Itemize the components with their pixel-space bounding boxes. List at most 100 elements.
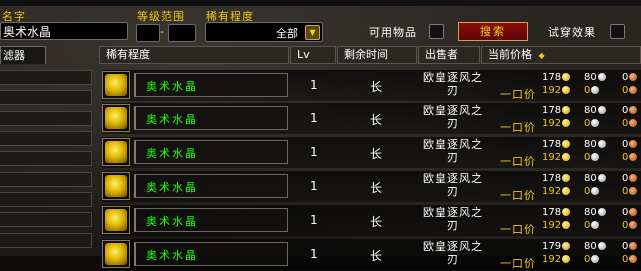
copper-coin-icon bbox=[629, 221, 638, 229]
auction-row[interactable]: 奥术水晶 1 长 欧皇逐风之刃 179 80 0 一口价 192 0 0 bbox=[102, 239, 641, 270]
bid-copper: 0 bbox=[622, 139, 638, 150]
buyout-copper: 0 bbox=[622, 152, 638, 163]
auction-row[interactable]: 奥术水晶 1 长 欧皇逐风之刃 178 80 0 一口价 192 0 0 bbox=[102, 171, 641, 202]
item-icon-image bbox=[105, 175, 127, 197]
preview-checkbox[interactable] bbox=[610, 24, 625, 39]
copper-coin-icon bbox=[629, 119, 638, 127]
buyout-silver: 0 bbox=[584, 118, 600, 129]
name-search-value: 奥术水晶 bbox=[3, 25, 52, 39]
column-header-time-left[interactable]: 剩余时间 bbox=[337, 46, 417, 64]
filter-tab[interactable]: 滤器 bbox=[0, 46, 46, 64]
sort-arrow-icon: ◆ bbox=[538, 51, 545, 60]
column-header-current-price[interactable]: 当前价格 ◆ bbox=[481, 46, 641, 64]
column-header-seller[interactable]: 出售者 bbox=[418, 46, 480, 64]
arcane-crystal-icon[interactable] bbox=[102, 240, 130, 268]
item-level: 1 bbox=[310, 78, 318, 92]
max-level-input[interactable] bbox=[168, 24, 196, 42]
gold-coin-icon bbox=[562, 221, 571, 229]
item-name: 奥术水晶 bbox=[146, 215, 198, 228]
category-slot[interactable] bbox=[0, 131, 92, 146]
column-header-rarity[interactable]: 稀有程度 bbox=[99, 46, 289, 64]
auction-row[interactable]: 奥术水晶 1 长 欧皇逐风之刃 178 80 0 一口价 192 0 0 bbox=[102, 70, 641, 101]
seller-name: 欧皇逐风之刃 bbox=[423, 240, 483, 266]
seller-name: 欧皇逐风之刃 bbox=[423, 206, 483, 232]
gold-coin-icon bbox=[562, 208, 571, 216]
bid-silver: 80 bbox=[584, 105, 606, 116]
copper-coin-icon bbox=[629, 187, 638, 195]
gold-coin-icon bbox=[562, 73, 571, 81]
bid-copper: 0 bbox=[622, 173, 638, 184]
bid-copper: 0 bbox=[622, 241, 638, 252]
level-separator: - bbox=[160, 25, 164, 38]
silver-coin-icon bbox=[591, 221, 600, 229]
buyout-copper: 0 bbox=[622, 220, 638, 231]
item-level: 1 bbox=[310, 247, 318, 261]
item-icon-image bbox=[105, 107, 127, 129]
copper-coin-icon bbox=[629, 73, 638, 81]
auction-row[interactable]: 奥术水晶 1 长 欧皇逐风之刃 178 80 0 一口价 192 0 0 bbox=[102, 205, 641, 236]
usable-items-checkbox[interactable] bbox=[429, 24, 444, 39]
silver-coin-icon bbox=[591, 187, 600, 195]
category-slot[interactable] bbox=[0, 70, 92, 85]
seller-name: 欧皇逐风之刃 bbox=[423, 172, 483, 198]
time-left: 长 bbox=[370, 181, 383, 195]
item-name: 奥术水晶 bbox=[146, 181, 198, 194]
item-icon-image bbox=[105, 243, 127, 265]
item-name-box[interactable]: 奥术水晶 bbox=[134, 73, 288, 97]
silver-coin-icon bbox=[591, 153, 600, 161]
category-slot[interactable] bbox=[0, 90, 92, 105]
item-name-box[interactable]: 奥术水晶 bbox=[134, 242, 288, 266]
item-name-box[interactable]: 奥术水晶 bbox=[134, 106, 288, 130]
bid-copper: 0 bbox=[622, 105, 638, 116]
silver-coin-icon bbox=[597, 106, 606, 114]
silver-coin-icon bbox=[591, 255, 600, 263]
buyout-gold: 192 bbox=[542, 118, 571, 129]
category-slot[interactable] bbox=[0, 172, 92, 187]
silver-coin-icon bbox=[597, 73, 606, 81]
arcane-crystal-icon[interactable] bbox=[102, 206, 130, 234]
gold-coin-icon bbox=[562, 255, 571, 263]
buyout-copper: 0 bbox=[622, 85, 638, 96]
gold-coin-icon bbox=[562, 153, 571, 161]
copper-coin-icon bbox=[629, 86, 638, 94]
auction-row[interactable]: 奥术水晶 1 长 欧皇逐风之刃 178 80 0 一口价 192 0 0 bbox=[102, 103, 641, 134]
time-left: 长 bbox=[370, 147, 383, 161]
category-slot[interactable] bbox=[0, 233, 92, 248]
name-search-input[interactable]: 奥术水晶 bbox=[0, 22, 128, 40]
arcane-crystal-icon[interactable] bbox=[102, 138, 130, 166]
item-name-box[interactable]: 奥术水晶 bbox=[134, 208, 288, 232]
category-slot[interactable] bbox=[0, 151, 92, 166]
column-header-current-price-label: 当前价格 bbox=[488, 48, 532, 61]
category-slot[interactable] bbox=[0, 212, 92, 227]
rarity-dropdown[interactable]: 全部 ▼ bbox=[205, 22, 323, 42]
bid-gold: 178 bbox=[542, 105, 571, 116]
gold-coin-icon bbox=[562, 119, 571, 127]
auction-row[interactable]: 奥术水晶 1 长 欧皇逐风之刃 178 80 0 一口价 192 0 0 bbox=[102, 137, 641, 168]
bid-gold: 178 bbox=[542, 173, 571, 184]
buyout-silver: 0 bbox=[584, 85, 600, 96]
frame-top-border bbox=[0, 0, 641, 6]
item-icon-image bbox=[105, 74, 127, 96]
item-icon-image bbox=[105, 141, 127, 163]
arcane-crystal-icon[interactable] bbox=[102, 104, 130, 132]
category-slot[interactable] bbox=[0, 192, 92, 207]
buyout-silver: 0 bbox=[584, 152, 600, 163]
silver-coin-icon bbox=[591, 86, 600, 94]
filter-tab-label: 滤器 bbox=[3, 49, 25, 62]
search-button[interactable]: 搜索 bbox=[458, 22, 528, 41]
buyout-label: 一口价 bbox=[500, 257, 536, 270]
arcane-crystal-icon[interactable] bbox=[102, 172, 130, 200]
copper-coin-icon bbox=[629, 208, 638, 216]
chevron-down-icon[interactable]: ▼ bbox=[305, 25, 320, 40]
arcane-crystal-icon[interactable] bbox=[102, 71, 130, 99]
buyout-silver: 0 bbox=[584, 186, 600, 197]
item-name-box[interactable]: 奥术水晶 bbox=[134, 174, 288, 198]
time-left: 长 bbox=[370, 113, 383, 127]
item-level: 1 bbox=[310, 111, 318, 125]
column-header-level[interactable]: Lv bbox=[290, 46, 336, 64]
item-name-box[interactable]: 奥术水晶 bbox=[134, 140, 288, 164]
category-slot[interactable] bbox=[0, 111, 92, 126]
buyout-gold: 192 bbox=[542, 85, 571, 96]
min-level-input[interactable] bbox=[136, 24, 160, 42]
buyout-copper: 0 bbox=[622, 186, 638, 197]
